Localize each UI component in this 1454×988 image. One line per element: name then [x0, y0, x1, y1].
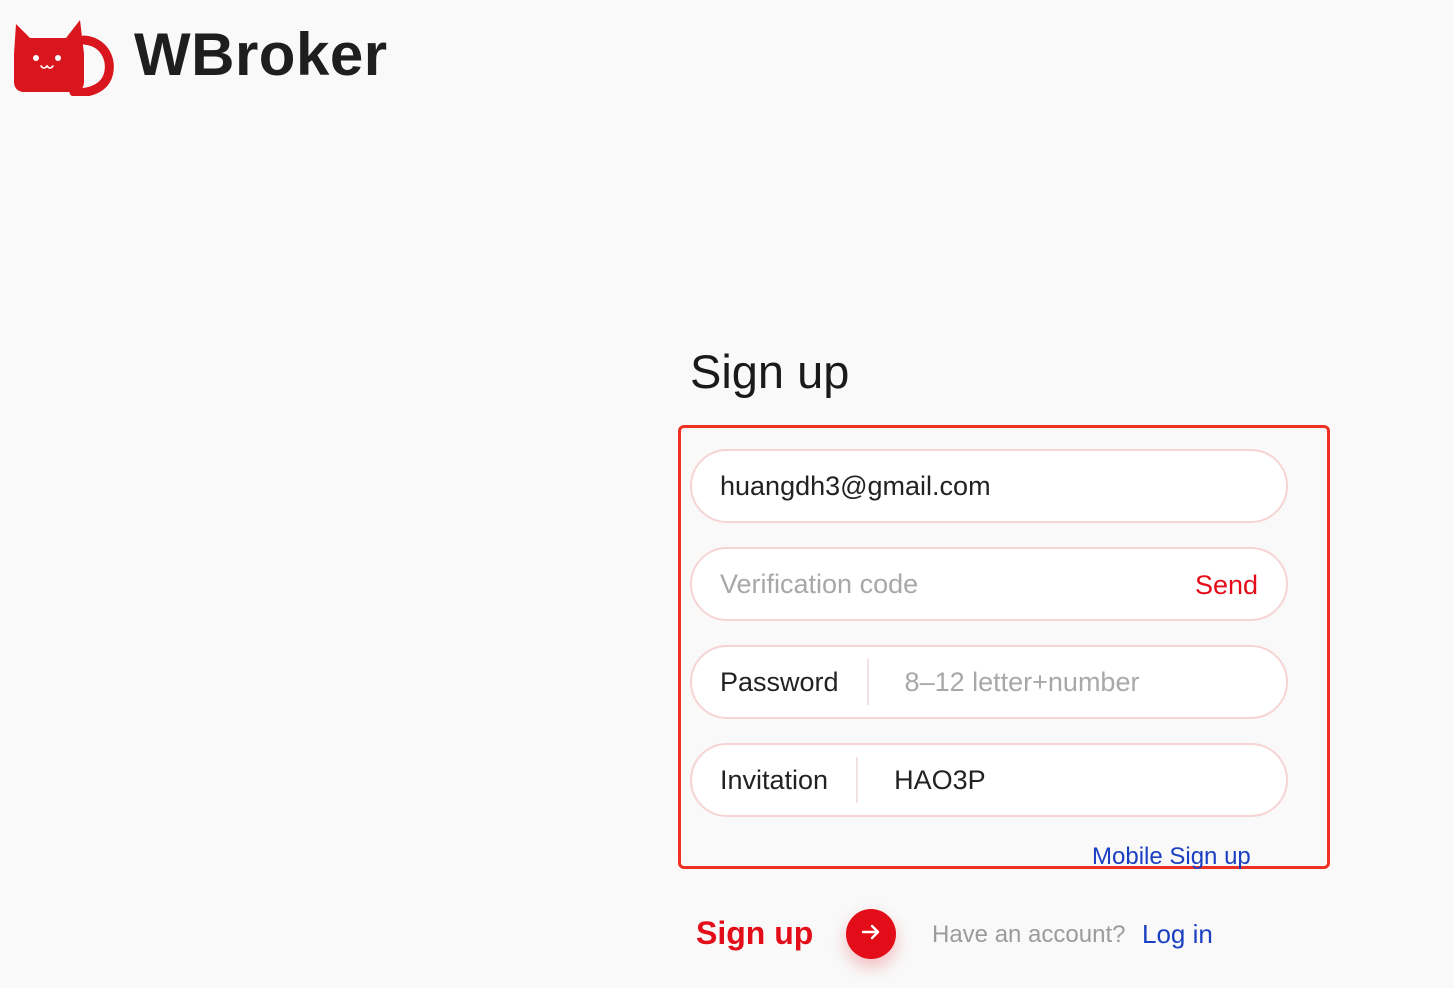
email-field-container: [690, 449, 1288, 523]
have-account-text: Have an account?: [932, 921, 1126, 948]
verification-code-input[interactable]: [720, 568, 1160, 600]
password-field-container: Password: [690, 645, 1288, 719]
invitation-field-container: Invitation: [690, 743, 1288, 817]
email-field[interactable]: [720, 470, 1260, 502]
password-label: Password: [720, 666, 839, 697]
red-cat-logo-icon[interactable]: [14, 14, 114, 97]
signup-button-label[interactable]: Sign up: [696, 912, 813, 954]
arrow-right-icon: [860, 921, 882, 948]
brand-name: WBroker: [134, 21, 388, 88]
signup-submit-button[interactable]: [846, 909, 896, 959]
login-link[interactable]: Log in: [1142, 918, 1213, 950]
field-divider: [856, 757, 859, 803]
invitation-code-input[interactable]: [894, 764, 1255, 796]
page-title: Sign up: [690, 345, 850, 398]
mobile-signup-link[interactable]: Mobile Sign up: [1092, 842, 1251, 872]
password-input[interactable]: [904, 666, 1265, 698]
verification-code-container: Send: [690, 547, 1288, 621]
invitation-label: Invitation: [720, 764, 829, 795]
send-code-button[interactable]: Send: [1195, 569, 1258, 601]
field-divider: [866, 659, 869, 705]
signup-page: WBroker Sign up Send Password Invitation…: [0, 0, 1454, 988]
